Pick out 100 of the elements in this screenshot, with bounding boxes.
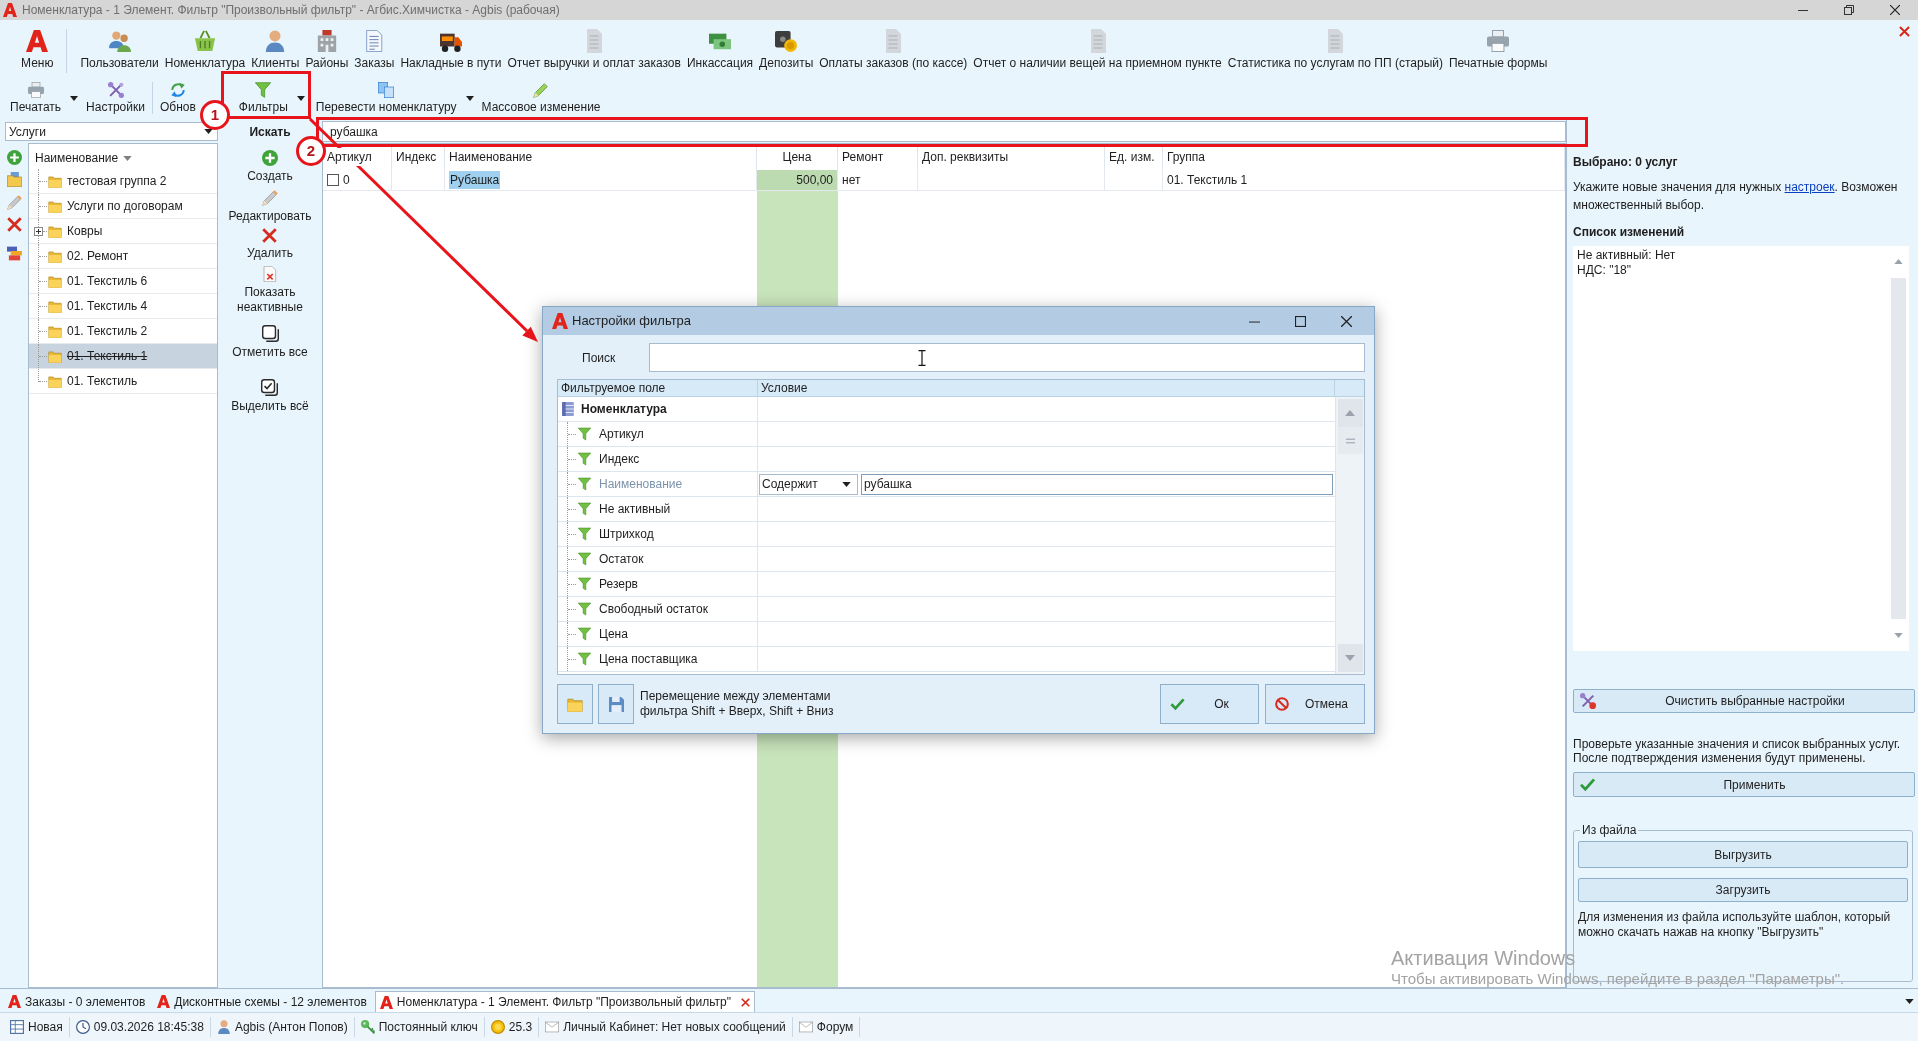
ribbon-button[interactable]: Номенклатура: [161, 29, 249, 70]
file-button[interactable]: Выгрузить: [1578, 841, 1908, 868]
tree-item[interactable]: 02. Ремонт: [29, 244, 217, 269]
filter-field[interactable]: Свободный остаток: [558, 597, 758, 621]
ribbon-button[interactable]: Печатные формы: [1445, 29, 1551, 70]
sort-caret-icon[interactable]: [123, 155, 133, 161]
tab[interactable]: Дисконтные схемы - 12 элементов: [153, 991, 371, 1012]
toolbar-button[interactable]: Печатать: [6, 82, 83, 114]
ribbon-button[interactable]: Клиенты: [248, 29, 303, 70]
pencil-icon[interactable]: [6, 195, 22, 210]
action-button[interactable]: Удалить: [246, 228, 294, 261]
save-button[interactable]: [598, 684, 634, 724]
folder-icon[interactable]: [6, 172, 22, 187]
ok-button[interactable]: Ок: [1160, 684, 1259, 724]
filter-field[interactable]: Не активный: [558, 497, 758, 521]
close-icon[interactable]: [740, 997, 750, 1007]
scroll-up-icon[interactable]: [1893, 259, 1903, 264]
search-label: Искать: [248, 123, 292, 141]
toolbar-button[interactable]: Массовое изменение: [477, 82, 605, 114]
scroll-down-icon[interactable]: [1893, 633, 1903, 638]
toolbar-button[interactable]: Настройки: [82, 82, 149, 114]
app-logo-icon: [3, 3, 17, 17]
tools-icon: [107, 82, 124, 98]
tree-item[interactable]: Услуги по договорам: [29, 194, 217, 219]
filter-field[interactable]: Цена: [558, 622, 758, 646]
table-cell: Рубашка: [445, 170, 757, 191]
apply-button[interactable]: Применить: [1573, 772, 1915, 797]
scroll-down-icon[interactable]: [1345, 655, 1355, 661]
expand-icon[interactable]: [34, 226, 43, 236]
tree-item[interactable]: 01. Текстиль 6: [29, 269, 217, 294]
tree-header[interactable]: Наименование: [35, 149, 119, 167]
ribbon-button[interactable]: Статистика по услугам по ПП (старый): [1224, 29, 1446, 70]
scrollbar-thumb[interactable]: [1890, 278, 1906, 619]
filter-icon: [255, 82, 272, 98]
status-text: Agbis (Антон Попов): [234, 1019, 348, 1036]
action-button[interactable]: Отметить все: [231, 325, 309, 360]
cancel-button[interactable]: Отмена: [1265, 684, 1365, 724]
column-header[interactable]: Фильтруемое поле: [558, 380, 758, 396]
tab[interactable]: Номенклатура - 1 Элемент. Фильтр "Произвольный фильтр": [374, 991, 755, 1012]
instruction-text: Укажите новые значения для нужных настроек. Возможен множественный выбор.: [1573, 179, 1899, 214]
ribbon-button[interactable]: Районы: [302, 29, 352, 70]
filter-field[interactable]: Индекс: [558, 447, 758, 471]
filter-field[interactable]: Остаток: [558, 547, 758, 571]
open-button[interactable]: [557, 684, 593, 724]
action-button[interactable]: Редактировать: [227, 190, 313, 224]
clear-settings-button[interactable]: Очистить выбранные настройки: [1573, 689, 1915, 713]
toolbar-button[interactable]: Перевести номенклатуру: [311, 82, 478, 114]
ribbon-button[interactable]: Накладные в пути: [397, 29, 505, 70]
ribbon-button[interactable]: Заказы: [351, 29, 398, 70]
delete-icon[interactable]: [6, 217, 22, 232]
action-button[interactable]: Создать: [246, 150, 294, 184]
settings-link[interactable]: настроек: [1784, 180, 1835, 194]
filter-icon: [578, 602, 591, 616]
filter-field[interactable]: Резерв: [558, 572, 758, 596]
filter-icon: [578, 427, 591, 441]
column-header[interactable]: Артикул: [327, 148, 372, 166]
checkbox[interactable]: [327, 174, 339, 186]
restore-icon[interactable]: [1844, 5, 1854, 15]
category-select[interactable]: Услуги: [5, 122, 218, 141]
tab[interactable]: Заказы - 0 элементов: [4, 991, 150, 1012]
search-field[interactable]: [649, 343, 1365, 372]
layers-icon[interactable]: [6, 246, 22, 261]
toolbar-button[interactable]: Фильтры: [234, 82, 309, 114]
tree-item[interactable]: 01. Текстиль: [29, 369, 217, 394]
filter-field[interactable]: Штрихкод: [558, 522, 758, 546]
filter-value-field[interactable]: рубашка: [861, 473, 1333, 495]
checkbox-icon: [261, 325, 279, 342]
ribbon-button[interactable]: Отчет о наличии вещей на приемном пункте: [970, 29, 1225, 70]
ribbon-button[interactable]: Пользователи: [77, 29, 162, 70]
tree-item[interactable]: тестовая группа 2: [29, 169, 217, 194]
close-icon[interactable]: [1340, 315, 1352, 327]
search-field[interactable]: рубашка: [322, 121, 1566, 142]
person-icon: [264, 30, 287, 52]
action-button[interactable]: Выделить всё: [230, 379, 310, 414]
toolbar-button[interactable]: Обнов: [155, 82, 200, 114]
column-header[interactable]: Условие: [758, 380, 1335, 396]
add-icon[interactable]: [6, 150, 22, 165]
scrollbar[interactable]: [1335, 397, 1364, 674]
filter-field[interactable]: Артикул: [558, 422, 758, 446]
file-button[interactable]: Загрузить: [1578, 878, 1908, 902]
tree-item[interactable]: 01. Текстиль 4: [29, 294, 217, 319]
caret-icon[interactable]: [1905, 999, 1914, 1004]
scrollbar-thumb[interactable]: [1337, 427, 1363, 454]
ribbon-button[interactable]: Депозиты: [756, 29, 817, 70]
ribbon-button[interactable]: Отчет выручки и оплат заказов: [504, 29, 684, 70]
ribbon-button[interactable]: Меню: [18, 29, 57, 70]
close-icon[interactable]: [1890, 5, 1900, 15]
scroll-up-icon[interactable]: [1345, 410, 1355, 416]
condition-select[interactable]: Содержит: [759, 473, 858, 495]
close-icon[interactable]: [1899, 26, 1910, 37]
folder-icon: [48, 374, 62, 388]
status-text: Форум: [816, 1019, 854, 1036]
ribbon-button[interactable]: Инкассация: [683, 29, 757, 70]
maximize-icon[interactable]: [1294, 315, 1306, 327]
tree-item[interactable]: Ковры: [29, 219, 217, 244]
action-button[interactable]: Показать неактивные: [224, 266, 316, 315]
add-icon: [262, 150, 278, 166]
ribbon-button[interactable]: Оплаты заказов (по кассе): [816, 29, 971, 70]
filter-field[interactable]: Цена поставщика: [558, 647, 758, 671]
tree-item[interactable]: 01. Текстиль 1: [29, 344, 217, 369]
